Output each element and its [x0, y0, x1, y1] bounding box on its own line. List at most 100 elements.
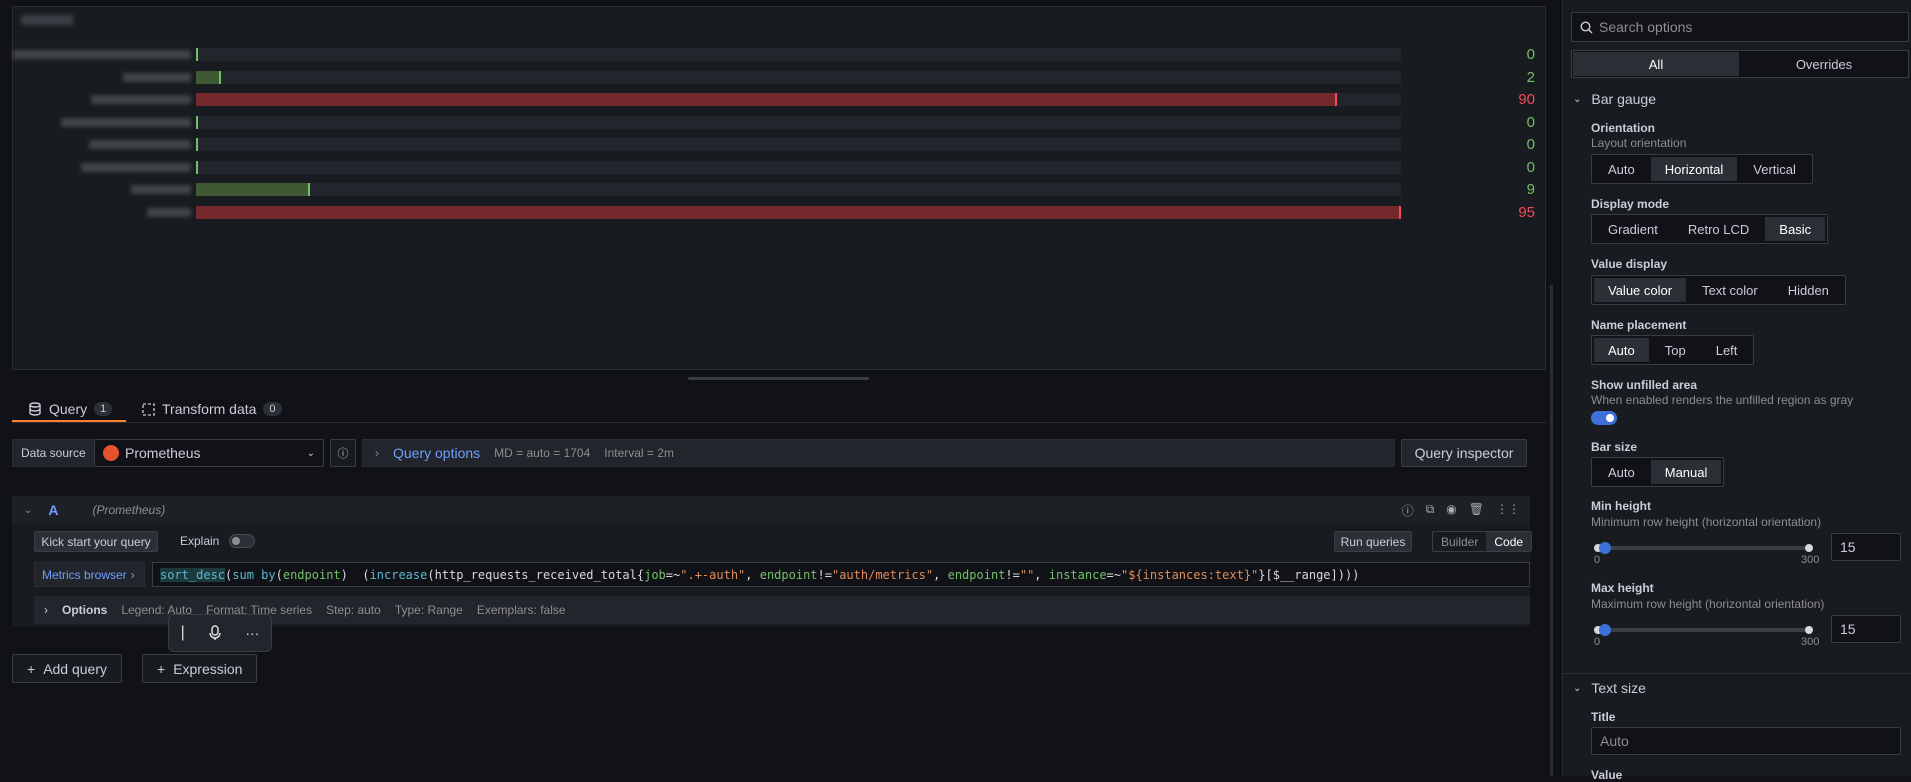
title-size-input[interactable]: Auto	[1591, 727, 1901, 755]
bar-size-auto[interactable]: Auto	[1594, 460, 1649, 484]
promql-token: !=	[817, 567, 832, 582]
text-cursor-icon[interactable]: |	[181, 624, 185, 642]
drag-handle-icon[interactable]: ⋮⋮	[1496, 502, 1520, 519]
promql-editor[interactable]: sort_desc(sum by(endpoint) (increase (htt…	[152, 562, 1530, 587]
bar-track	[196, 48, 1401, 61]
name-placement-auto[interactable]: Auto	[1594, 338, 1649, 362]
bar-track	[196, 205, 1401, 219]
builder-mode-button[interactable]: Builder	[1433, 532, 1486, 551]
value-display-value-color[interactable]: Value color	[1594, 278, 1687, 302]
name-placement-top[interactable]: Top	[1651, 338, 1700, 362]
promql-token: }[$__range])))	[1258, 567, 1360, 582]
query-options-link[interactable]: Query options	[393, 445, 480, 461]
min-height-input[interactable]: 15	[1831, 533, 1901, 561]
explain-toggle[interactable]	[229, 534, 256, 548]
tab-query[interactable]: Query 1	[28, 396, 113, 422]
search-placeholder: Search options	[1599, 19, 1693, 35]
bar-row: 95	[13, 203, 1547, 221]
bar-size-manual[interactable]: Manual	[1650, 460, 1722, 484]
tab-transform[interactable]: Transform data 0	[142, 396, 282, 422]
display-mode-radio: Gradient Retro LCD Basic	[1591, 214, 1829, 244]
options-filter-switch: All Overrides	[1571, 50, 1909, 78]
value-display-text-color[interactable]: Text color	[1688, 278, 1772, 302]
display-mode-basic[interactable]: Basic	[1765, 217, 1826, 241]
query-inspector-button[interactable]: Query inspector	[1401, 439, 1527, 467]
bar-name-redacted	[91, 95, 191, 104]
query-options-interval: Interval = 2m	[604, 446, 674, 460]
options-label: Options	[62, 603, 108, 617]
add-query-label: Add query	[43, 660, 108, 677]
value-display-hidden[interactable]: Hidden	[1774, 278, 1843, 302]
unfilled-toggle[interactable]	[1591, 411, 1617, 425]
unfilled-desc: When enabled renders the unfilled region…	[1591, 393, 1854, 407]
query-options-bar[interactable]: › Query options MD = auto = 1704 Interva…	[362, 439, 1395, 467]
display-mode-retro[interactable]: Retro LCD	[1674, 217, 1763, 241]
datasource-picker[interactable]: Prometheus ⌄	[94, 439, 324, 467]
help-icon[interactable]: ⓘ	[1402, 502, 1414, 519]
section-divider	[1563, 673, 1911, 674]
promql-token: =~	[1106, 567, 1121, 582]
value-size-label: Value	[1591, 768, 1623, 782]
slider-min-tick: 0	[1594, 554, 1601, 566]
run-queries-button[interactable]: Run queries	[1334, 531, 1412, 552]
text-size-section-header[interactable]: ⌄ Text size	[1573, 680, 1646, 696]
duplicate-icon[interactable]: ⧉	[1426, 502, 1435, 519]
more-icon[interactable]: ···	[245, 625, 259, 641]
bar-name-redacted	[131, 185, 191, 194]
resize-handle-horizontal[interactable]	[688, 377, 869, 380]
collapse-chevron-icon[interactable]: ⌄	[24, 505, 32, 516]
slider-max-tick: 300	[1801, 636, 1820, 648]
min-height-slider-track[interactable]	[1597, 546, 1809, 550]
code-mode-button[interactable]: Code	[1486, 532, 1532, 551]
datasource-help-button[interactable]: ⓘ	[330, 439, 356, 467]
bar-row: 9	[13, 181, 1547, 198]
bar-name-redacted	[123, 72, 191, 82]
bar-fill	[196, 93, 1338, 106]
bar-gauge-title: Bar gauge	[1591, 91, 1656, 107]
explain-toggle-group: Explain	[180, 534, 256, 548]
add-expression-button[interactable]: + Expression	[142, 654, 258, 683]
bar-fill	[196, 48, 198, 61]
overrides-tab[interactable]: Overrides	[1741, 52, 1907, 76]
bar-gauge-section-header[interactable]: ⌄ Bar gauge	[1573, 91, 1656, 107]
bar-fill	[196, 160, 198, 174]
resize-handle-vertical[interactable]	[1550, 285, 1553, 776]
bar-row: 0	[13, 114, 1547, 131]
transform-icon	[142, 402, 155, 416]
orientation-vertical[interactable]: Vertical	[1739, 157, 1810, 181]
plus-icon: +	[27, 660, 36, 677]
metrics-browser-button[interactable]: Metrics browser ›	[34, 562, 145, 587]
tab-transform-label: Transform data	[162, 401, 257, 417]
query-ref-id[interactable]: A	[48, 502, 58, 518]
add-query-button[interactable]: + Add query	[12, 654, 123, 683]
orientation-auto[interactable]: Auto	[1594, 157, 1649, 181]
bar-name-redacted	[147, 207, 191, 217]
explain-label: Explain	[180, 534, 220, 548]
kick-start-button[interactable]: Kick start your query	[34, 531, 158, 552]
bar-row: 0	[13, 159, 1547, 176]
search-options-input[interactable]: Search options	[1571, 12, 1909, 42]
bar-track	[196, 138, 1401, 151]
trash-icon[interactable]: 🗑	[1469, 502, 1484, 519]
bar-fill	[196, 205, 1401, 219]
microphone-icon[interactable]	[208, 625, 222, 641]
display-mode-gradient[interactable]: Gradient	[1594, 217, 1672, 241]
name-placement-left[interactable]: Left	[1702, 338, 1752, 362]
bar-size-radio: Auto Manual	[1591, 457, 1725, 487]
slider-min-tick: 0	[1594, 636, 1601, 648]
max-height-slider-track[interactable]	[1597, 628, 1809, 632]
search-icon	[1580, 20, 1593, 33]
eye-icon[interactable]: ◉	[1446, 502, 1456, 519]
max-height-slider-thumb[interactable]	[1599, 624, 1611, 636]
all-options-tab[interactable]: All	[1573, 52, 1739, 76]
query-row-header[interactable]: ⌄ A (Prometheus) ⓘ ⧉ ◉ 🗑 ⋮⋮	[12, 496, 1530, 524]
orientation-horizontal[interactable]: Horizontal	[1650, 157, 1738, 181]
bar-value: 95	[1518, 203, 1535, 221]
max-height-desc: Maximum row height (horizontal orientati…	[1591, 597, 1825, 611]
slider-mark	[1805, 626, 1813, 634]
min-height-slider-thumb[interactable]	[1599, 542, 1611, 554]
max-height-input[interactable]: 15	[1831, 615, 1901, 643]
bar-row: 0	[13, 46, 1547, 63]
panel-preview: 0 2 90 0 0 0 9 95	[12, 6, 1546, 370]
slider-mark	[1805, 544, 1813, 552]
